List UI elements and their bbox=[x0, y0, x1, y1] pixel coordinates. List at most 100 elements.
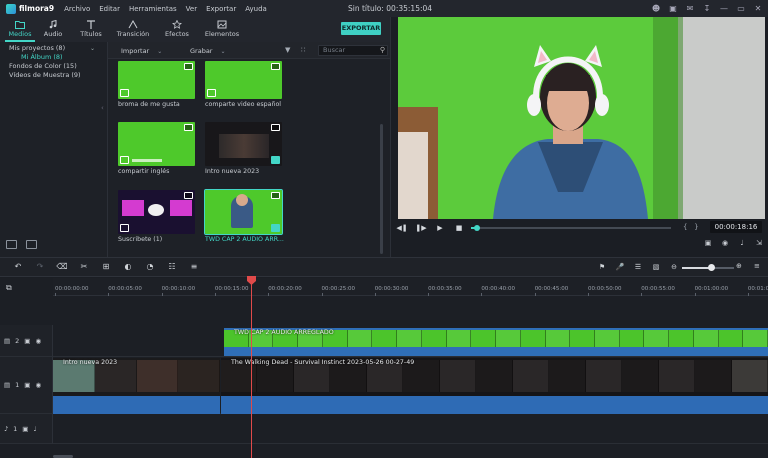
menu-ayuda[interactable]: Ayuda bbox=[245, 5, 267, 13]
timeline-menu-icon[interactable]: ≡ bbox=[754, 262, 760, 270]
lock-icon[interactable]: ▣ bbox=[22, 425, 28, 433]
timeline-clip-title: Intro nueva 2023 bbox=[63, 359, 118, 366]
lock-icon[interactable]: ▣ bbox=[24, 381, 30, 389]
add-track-icon[interactable]: ⧉ bbox=[6, 283, 12, 293]
filter-icon[interactable]: ▼ bbox=[285, 46, 290, 54]
video-badge-icon bbox=[184, 63, 193, 70]
crop-icon[interactable]: ⊞ bbox=[100, 262, 112, 272]
green-screen-icon[interactable]: ☷ bbox=[166, 262, 178, 272]
menu-archivo[interactable]: Archivo bbox=[64, 5, 90, 13]
zoom-slider[interactable] bbox=[682, 264, 734, 271]
tab-transicion[interactable]: Transición bbox=[113, 20, 153, 38]
color-icon[interactable]: ◔ bbox=[144, 262, 156, 272]
tab-elementos[interactable]: Elementos bbox=[202, 20, 242, 38]
scrubber-handle[interactable] bbox=[474, 225, 480, 231]
grid-view-icon[interactable]: ∷ bbox=[301, 46, 305, 54]
menu-ver[interactable]: Ver bbox=[186, 5, 197, 13]
zoom-handle[interactable] bbox=[707, 264, 715, 271]
video-badge-icon bbox=[184, 124, 193, 131]
thumbnail-image bbox=[236, 194, 248, 206]
undo-icon[interactable]: ↶ bbox=[12, 262, 24, 272]
timeline-clip-intro-nueva[interactable]: Intro nueva 2023 bbox=[53, 358, 220, 414]
audio-mixer-icon[interactable]: ☰ bbox=[633, 262, 643, 272]
media-clip-intro-nueva[interactable] bbox=[205, 122, 282, 166]
tab-titulos[interactable]: Títulos bbox=[71, 20, 111, 38]
mark-in-out-icon[interactable]: { } bbox=[683, 223, 699, 231]
split-screen-icon[interactable]: ▧ bbox=[651, 262, 661, 272]
tab-efectos[interactable]: Efectos bbox=[157, 20, 197, 38]
chevron-down-icon[interactable]: ⌄ bbox=[90, 45, 95, 52]
redo-icon[interactable]: ↷ bbox=[34, 262, 46, 272]
menu-exportar[interactable]: Exportar bbox=[206, 5, 236, 13]
playhead[interactable] bbox=[251, 276, 252, 458]
cut-icon[interactable]: ✂ bbox=[78, 262, 90, 272]
save-icon[interactable]: ▣ bbox=[667, 3, 679, 13]
volume-icon[interactable]: ♩ bbox=[737, 239, 747, 248]
speaker-icon[interactable]: ♩ bbox=[33, 425, 36, 433]
sidebar-item-mi-album[interactable]: Mi Álbum (8) bbox=[21, 53, 63, 61]
collapse-arrow-icon[interactable]: ‹ bbox=[101, 104, 104, 112]
audio-adjust-icon[interactable]: ≡ bbox=[188, 262, 200, 272]
export-button[interactable]: EXPORTAR bbox=[341, 22, 381, 35]
search-input[interactable]: Buscar ⚲ bbox=[318, 45, 388, 56]
clip-label: compartir inglés bbox=[118, 168, 170, 175]
new-folder-icon[interactable] bbox=[6, 240, 17, 249]
menu-herramientas[interactable]: Herramientas bbox=[129, 5, 177, 13]
close-icon[interactable]: ✕ bbox=[752, 3, 764, 13]
marker-icon[interactable]: ⚑ bbox=[597, 262, 607, 272]
minimize-icon[interactable]: — bbox=[718, 3, 730, 13]
media-clip-comparte-video[interactable] bbox=[205, 61, 282, 99]
sidebar-item-mis-proyectos[interactable]: Mis proyectos (8) bbox=[9, 44, 65, 52]
effects-icon bbox=[172, 20, 182, 29]
search-icon[interactable]: ⚲ bbox=[380, 46, 385, 55]
tab-audio[interactable]: Audio bbox=[33, 20, 73, 38]
timeline-clip-walking-dead[interactable]: The Walking Dead - Survival Instinct 202… bbox=[221, 358, 768, 414]
lock-icon[interactable]: ▣ bbox=[24, 337, 30, 345]
timeline-clip-twd-cap-2[interactable]: TWD CAP 2 AUDIO ARREGLADO bbox=[224, 328, 768, 356]
zoom-in-icon[interactable]: ⊕ bbox=[736, 262, 742, 270]
ruler-label: 00:00:55:00 bbox=[641, 286, 675, 292]
ruler-tick bbox=[428, 293, 430, 296]
media-clip-suscribete[interactable] bbox=[118, 190, 195, 234]
sidebar-item-fondos-de-color[interactable]: Fondos de Color (15) bbox=[9, 62, 77, 70]
eye-icon[interactable]: ◉ bbox=[35, 381, 41, 389]
clip-label: comparte video español bbox=[205, 101, 282, 108]
track-lane-video-1: Intro nueva 2023 The Walking Dead - Surv… bbox=[53, 357, 768, 414]
music-note-icon: ♪ bbox=[4, 425, 9, 433]
record-dropdown[interactable]: Grabar ⌄ bbox=[190, 47, 226, 55]
media-clip-broma[interactable] bbox=[118, 61, 195, 99]
app-logo: filmora9 bbox=[6, 3, 54, 14]
menu-editar[interactable]: Editar bbox=[99, 5, 120, 13]
zoom-out-icon[interactable]: ⊖ bbox=[669, 262, 679, 272]
thumbnail-image bbox=[122, 200, 144, 216]
eye-icon[interactable]: ◉ bbox=[35, 337, 41, 345]
prev-frame-icon[interactable]: ◀❚ bbox=[395, 223, 409, 232]
video-badge-icon bbox=[271, 192, 280, 199]
import-dropdown[interactable]: Importar ⌄ bbox=[121, 47, 162, 55]
timeline-clip-title: The Walking Dead - Survival Instinct 202… bbox=[231, 359, 415, 366]
folder-icon[interactable] bbox=[26, 240, 37, 249]
library-scrollbar[interactable] bbox=[380, 124, 383, 254]
microphone-icon[interactable]: 🎤 bbox=[615, 262, 625, 272]
ruler-label: 00:00:40:00 bbox=[481, 286, 515, 292]
mail-icon[interactable]: ✉ bbox=[684, 3, 696, 13]
account-icon[interactable]: ☻ bbox=[650, 3, 662, 13]
download-icon[interactable]: ↧ bbox=[701, 3, 713, 13]
speed-icon[interactable]: ◐ bbox=[122, 262, 134, 272]
ruler-label: 00:00:20:00 bbox=[268, 286, 302, 292]
delete-icon[interactable]: ⌫ bbox=[56, 262, 68, 272]
stop-icon[interactable]: ■ bbox=[452, 223, 466, 232]
video-badge-icon bbox=[271, 63, 280, 70]
track-number: 1 bbox=[15, 381, 20, 389]
maximize-icon[interactable]: ▭ bbox=[735, 3, 747, 13]
document-title: Sin título: 00:35:15:04 bbox=[348, 4, 433, 13]
sidebar-item-videos-de-muestra[interactable]: Vídeos de Muestra (9) bbox=[9, 71, 81, 79]
play-icon[interactable]: ▶ bbox=[433, 223, 447, 232]
next-frame-icon[interactable]: ❚▶ bbox=[414, 223, 428, 232]
media-clip-compartir-ingles[interactable] bbox=[118, 122, 195, 166]
media-clip-twd-cap-2[interactable] bbox=[204, 189, 283, 235]
fullscreen-icon[interactable]: ⇲ bbox=[754, 239, 764, 248]
preview-scrubber[interactable] bbox=[471, 225, 671, 231]
render-preview-icon[interactable]: ▣ bbox=[703, 239, 713, 248]
snapshot-icon[interactable]: ◉ bbox=[720, 239, 730, 248]
